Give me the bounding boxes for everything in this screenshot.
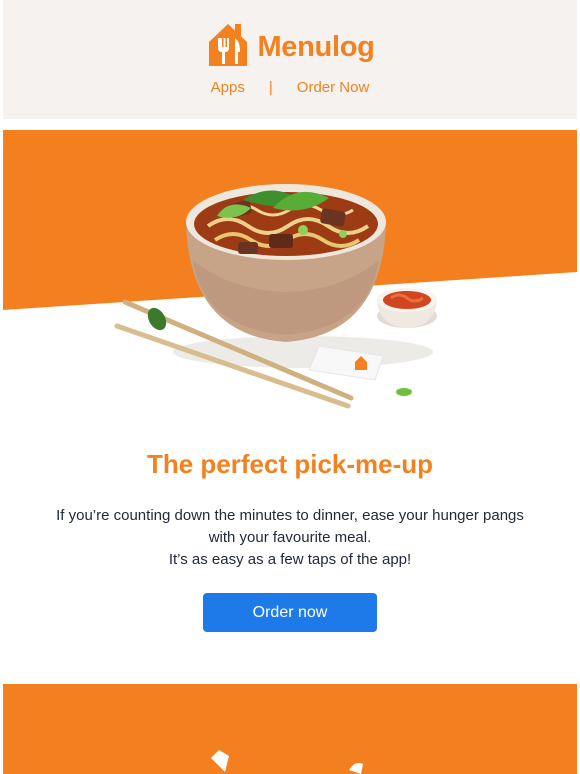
email-page: Menulog Apps | Order Now The perfect pic…	[0, 0, 580, 774]
body-line: If you’re counting down the minutes to d…	[56, 507, 524, 524]
menulog-logo[interactable]: Menulog	[3, 20, 577, 68]
nav-link-apps[interactable]: Apps	[211, 79, 245, 96]
body-line: It’s as easy as a few taps of the app!	[168, 551, 412, 568]
body-copy: If you’re counting down the minutes to d…	[0, 505, 580, 571]
nav-separator: |	[268, 79, 273, 96]
brand-name: Menulog	[257, 30, 375, 63]
headline: The perfect pick-me-up	[146, 449, 434, 479]
nav-link-order-now[interactable]: Order Now	[297, 79, 370, 96]
noodle-bowl-photo	[3, 130, 577, 420]
house-fork-knife-icon	[209, 24, 248, 66]
email-header: Menulog Apps | Order Now	[3, 0, 577, 119]
promo-banner	[3, 684, 577, 774]
body-line: with your favourite meal.	[208, 529, 372, 546]
header-nav: Apps | Order Now	[3, 79, 577, 96]
order-now-button[interactable]: Order now	[203, 593, 377, 632]
